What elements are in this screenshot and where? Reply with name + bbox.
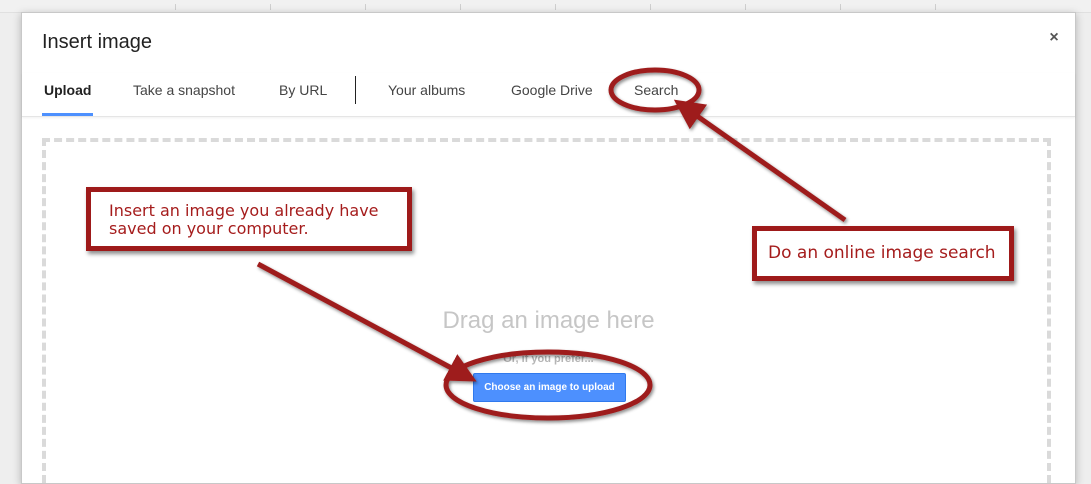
ruler-tick	[745, 4, 746, 10]
ruler-tick	[460, 4, 461, 10]
ruler-tick	[365, 4, 366, 10]
drag-image-text: Drag an image here	[442, 307, 655, 334]
ruler-tick	[175, 4, 176, 10]
ruler-tick	[555, 4, 556, 10]
tab-google-drive[interactable]: Google Drive	[511, 73, 593, 114]
dialog-title: Insert image	[42, 31, 153, 53]
tab-take-a-snapshot[interactable]: Take a snapshot	[133, 73, 235, 114]
tab-search[interactable]: Search	[634, 73, 678, 114]
tab-upload[interactable]: Upload	[44, 73, 91, 114]
close-icon[interactable]: ×	[1046, 29, 1062, 49]
tab-bar: Upload Take a snapshot By URL Your album…	[22, 73, 1075, 117]
search-callout-box: Do an online image search	[752, 226, 1014, 281]
ruler-tick	[270, 4, 271, 10]
tab-your-albums[interactable]: Your albums	[388, 73, 465, 114]
tab-by-url[interactable]: By URL	[279, 73, 327, 114]
ruler-tick	[840, 4, 841, 10]
upload-callout-box: Insert an image you already have saved o…	[86, 187, 412, 251]
prefer-text: Or, if you prefer...	[503, 353, 594, 365]
ruler-tick	[935, 4, 936, 10]
tab-divider	[355, 76, 356, 104]
active-tab-indicator	[42, 113, 93, 116]
ruler-tick	[650, 4, 651, 10]
choose-image-button[interactable]: Choose an image to upload	[473, 373, 626, 402]
